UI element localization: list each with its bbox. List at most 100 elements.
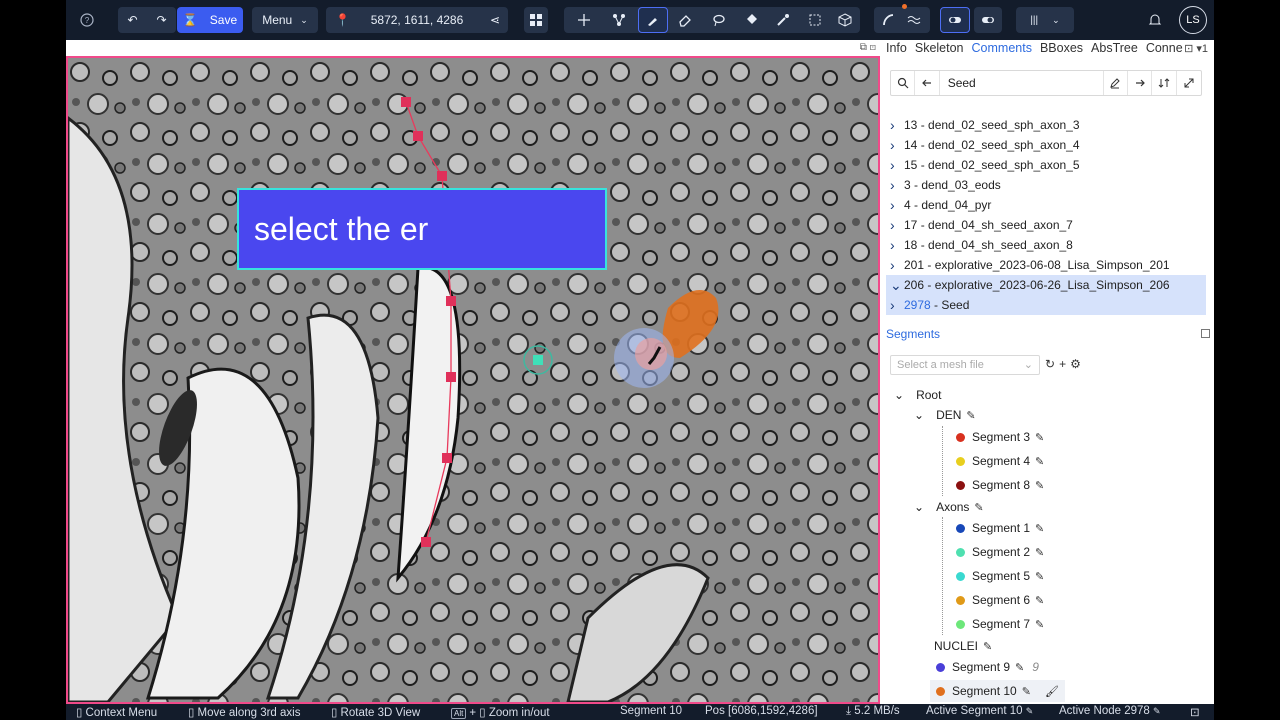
segment-name[interactable]: Segment 5 (972, 569, 1030, 583)
bounding-box-tool-icon[interactable] (802, 7, 828, 33)
chevron-down-icon[interactable]: ⌄ (914, 500, 924, 514)
skeleton-tool-icon[interactable] (606, 7, 632, 33)
skeleton-node[interactable] (413, 131, 423, 141)
help-icon[interactable]: ? (76, 7, 98, 33)
toggle-left-icon[interactable] (940, 7, 970, 33)
layout-icon[interactable] (524, 7, 548, 33)
undo-icon[interactable]: ↶ (127, 13, 137, 27)
skeleton-node[interactable] (446, 372, 456, 382)
tabs-overflow[interactable]: ⊡ ▾1 (1184, 42, 1208, 55)
tab-abstree[interactable]: AbsTree (1091, 41, 1138, 59)
tree-row[interactable]: › 3 - dend_03_eods (886, 175, 1206, 195)
pencil-icon[interactable]: ✎ (1035, 618, 1044, 631)
segment-name[interactable]: Segment 1 (972, 521, 1030, 535)
em-image[interactable] (68, 58, 878, 702)
edit-icon[interactable]: ✎ (1026, 706, 1034, 716)
chevron-down-icon[interactable]: ⌄ (914, 408, 924, 422)
chevron-right-icon[interactable]: › (890, 237, 904, 253)
pencil-icon[interactable]: ✎ (1035, 431, 1044, 444)
chevron-right-icon[interactable]: › (890, 157, 904, 173)
segment-name[interactable]: Segment 10 (952, 684, 1017, 698)
pencil-icon[interactable]: ✎ (966, 409, 975, 422)
chevron-right-icon[interactable]: › (890, 217, 904, 233)
pencil-icon[interactable]: ✎ (1035, 546, 1044, 559)
pencil-icon[interactable]: ✎ (974, 501, 983, 514)
redo-icon[interactable]: ↷ (156, 13, 166, 27)
save-button[interactable]: ⌛ Save (177, 7, 243, 33)
segment-name[interactable]: Segment 2 (972, 545, 1030, 559)
skeleton-node[interactable] (446, 296, 456, 306)
arrow-left-icon[interactable] (915, 71, 940, 95)
skeleton-node[interactable] (442, 453, 452, 463)
tree-row[interactable]: › 13 - dend_02_seed_sph_axon_3 (886, 115, 1206, 135)
chevron-right-icon[interactable]: › (890, 117, 904, 133)
brush-tool-icon[interactable] (638, 7, 668, 33)
position-field[interactable]: 5872, 1611, 4286 (371, 13, 464, 27)
edit-icon[interactable]: ✎ (1153, 706, 1161, 716)
chevron-down-icon[interactable]: ⌄ (890, 277, 904, 294)
segment-name[interactable]: Segment 7 (972, 617, 1030, 631)
tabs-count[interactable]: ▾1 (1196, 43, 1208, 55)
tab-conne[interactable]: Conne (1146, 41, 1183, 59)
segment-name[interactable]: Segment 8 (972, 478, 1030, 492)
pipette-tool-icon[interactable] (770, 7, 796, 33)
tree-row[interactable]: › 4 - dend_04_pyr (886, 195, 1206, 215)
mesh-file-select[interactable]: Select a mesh file ⌄ (890, 355, 1040, 375)
segment-name[interactable]: Segment 6 (972, 593, 1030, 607)
cut-icon[interactable] (876, 7, 900, 33)
tree-row[interactable]: › 2978 - Seed (886, 295, 1206, 315)
chevron-right-icon[interactable]: › (890, 137, 904, 153)
tab-info[interactable]: Info (886, 41, 907, 59)
pencil-icon[interactable]: ✎ (1035, 522, 1044, 535)
skeleton-node[interactable] (401, 97, 411, 107)
histogram-dropdown[interactable]: ||| ⌄ (1016, 7, 1074, 33)
share-icon[interactable]: ⋖ (490, 13, 500, 27)
pencil-icon[interactable]: ✎ (1035, 479, 1044, 492)
tree-row[interactable]: › 14 - dend_02_seed_sph_axon_4 (886, 135, 1206, 155)
collapse-icon[interactable] (1177, 71, 1201, 95)
segment-name[interactable]: Segment 4 (972, 454, 1030, 468)
waves-icon[interactable] (902, 7, 926, 33)
tree-row[interactable]: ⌄ 206 - explorative_2023-06-26_Lisa_Simps… (886, 275, 1206, 295)
eraser-tool-icon[interactable] (672, 7, 698, 33)
active-skeleton-node[interactable] (533, 355, 543, 365)
skeleton-node[interactable] (421, 537, 431, 547)
toggle-right-icon[interactable] (974, 7, 1002, 33)
segment-name[interactable]: Segment 9 (952, 660, 1010, 674)
arrow-right-icon[interactable] (1128, 71, 1153, 95)
tab-comments[interactable]: Comments (972, 41, 1032, 59)
pencil-icon[interactable]: ✎ (1015, 661, 1024, 674)
edit-icon[interactable] (1104, 71, 1129, 95)
segments-panel-icon[interactable] (1201, 329, 1210, 338)
lasso-tool-icon[interactable] (706, 7, 732, 33)
chevron-right-icon[interactable]: › (890, 297, 904, 313)
tree-row[interactable]: › 17 - dend_04_sh_seed_axon_7 (886, 215, 1206, 235)
search-icon[interactable] (891, 71, 916, 95)
bell-icon[interactable] (1144, 7, 1166, 33)
menu-button[interactable]: Menu ⌄ (252, 7, 318, 33)
viewport-window-icons[interactable]: ⧉ ⊡ (860, 42, 876, 53)
tree-row[interactable]: › 201 - explorative_2023-06-08_Lisa_Simps… (886, 255, 1206, 275)
pencil-icon[interactable]: ✎ (1035, 570, 1044, 583)
pencil-icon[interactable]: ✎ (1035, 594, 1044, 607)
tree-row[interactable]: › 18 - dend_04_sh_seed_axon_8 (886, 235, 1206, 255)
brush-icon[interactable]: 🖌 (1045, 685, 1059, 698)
chevron-right-icon[interactable]: › (890, 197, 904, 213)
em-viewport[interactable]: select the er (66, 56, 880, 704)
avatar[interactable]: LS (1179, 6, 1207, 34)
status-panel-icon[interactable]: ⊡ (1190, 705, 1200, 719)
pin-icon[interactable]: 📍 (335, 13, 350, 27)
pencil-icon[interactable]: ✎ (983, 640, 992, 653)
fill-tool-icon[interactable] (738, 7, 764, 33)
sort-icon[interactable] (1152, 71, 1177, 95)
tree-row[interactable]: › 15 - dend_02_seed_sph_axon_5 (886, 155, 1206, 175)
skeleton-node[interactable] (437, 171, 447, 181)
gear-icon[interactable]: ⚙ (1070, 357, 1081, 371)
tab-bboxes[interactable]: BBoxes (1040, 41, 1083, 59)
chevron-right-icon[interactable]: › (890, 177, 904, 193)
refresh-icon[interactable]: ↻ (1045, 357, 1055, 371)
comment-search-input[interactable] (939, 71, 1104, 95)
move-tool-icon[interactable] (571, 7, 597, 33)
plus-icon[interactable]: + (1059, 357, 1066, 371)
cube-icon[interactable] (832, 7, 858, 33)
